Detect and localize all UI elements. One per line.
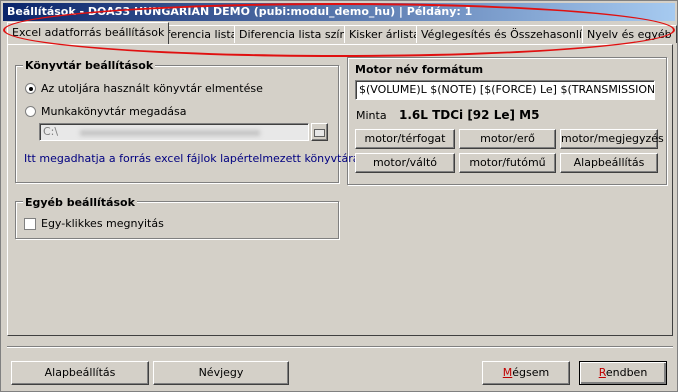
- single-click-open-checkbox[interactable]: [24, 218, 36, 230]
- tab-finalize-compare[interactable]: Véglegesítés és Összehasonlítás: [416, 25, 604, 43]
- radio-custom-dir[interactable]: [25, 106, 36, 117]
- settings-window: Beállítások - DOAS3 HUNGARIAN DEMO (pubi…: [0, 0, 678, 392]
- motor-defaults-button[interactable]: Alapbeállítás: [560, 153, 658, 173]
- cancel-accel-key: M: [502, 366, 513, 379]
- sample-label: Minta: [356, 109, 387, 122]
- cancel-button[interactable]: Mégsem: [482, 361, 570, 385]
- tab-retail-pricelist[interactable]: Kisker árlista: [344, 25, 425, 43]
- tab-language-other[interactable]: Nyelv és egyéb: [582, 25, 677, 43]
- browse-folder-button[interactable]: [311, 123, 328, 141]
- library-settings-title: Könyvtár beállítások: [23, 59, 156, 72]
- ok-suffix: endben: [605, 366, 648, 379]
- radio-last-used-dir[interactable]: [25, 83, 36, 94]
- other-settings-title: Egyéb beállítások: [23, 196, 137, 209]
- motor-drivetrain-button[interactable]: motor/futómű: [459, 153, 556, 173]
- motor-volume-button[interactable]: motor/térfogat: [355, 129, 455, 149]
- tab-diff-list-colors[interactable]: Diferencia lista színei: [234, 25, 362, 43]
- redacted-path: [80, 130, 260, 136]
- radio-custom-dir-label: Munkakönyvtár megadása: [41, 105, 187, 118]
- motor-note-button[interactable]: motor/megjegyzés: [560, 129, 664, 149]
- ok-accel-key: R: [598, 366, 606, 379]
- radio-last-used-dir-label: Az utoljára használt könyvtár elmentése: [41, 82, 263, 95]
- defaults-button[interactable]: Alapbeállítás: [11, 361, 149, 385]
- motor-format-input[interactable]: $(VOLUME)L $(NOTE) [$(FORCE) Le] $(TRANS…: [355, 80, 655, 100]
- about-button[interactable]: Névjegy: [153, 361, 289, 385]
- motor-gearbox-button[interactable]: motor/váltó: [355, 153, 455, 173]
- sample-value: 1.6L TDCi [92 Le] M5: [399, 108, 540, 122]
- footer-separator: [7, 346, 673, 348]
- tab-excel-source[interactable]: Excel adatforrás beállítások: [7, 22, 170, 44]
- cancel-suffix: égsem: [512, 366, 550, 379]
- motor-format-title: Motor név formátum: [355, 63, 484, 76]
- single-click-open-label: Egy-klikkes megnyitás: [41, 217, 164, 230]
- motor-power-button[interactable]: motor/erő: [459, 129, 556, 149]
- dir-path-value: C:\: [43, 125, 59, 138]
- window-title: Beállítások - DOAS3 HUNGARIAN DEMO (pubi…: [3, 3, 675, 21]
- ok-button[interactable]: Rendben: [579, 361, 667, 385]
- dir-path-field[interactable]: C:\: [39, 123, 309, 141]
- folder-icon: [314, 129, 325, 137]
- library-hint-text: Itt megadhatja a forrás excel fájlok lap…: [24, 152, 368, 165]
